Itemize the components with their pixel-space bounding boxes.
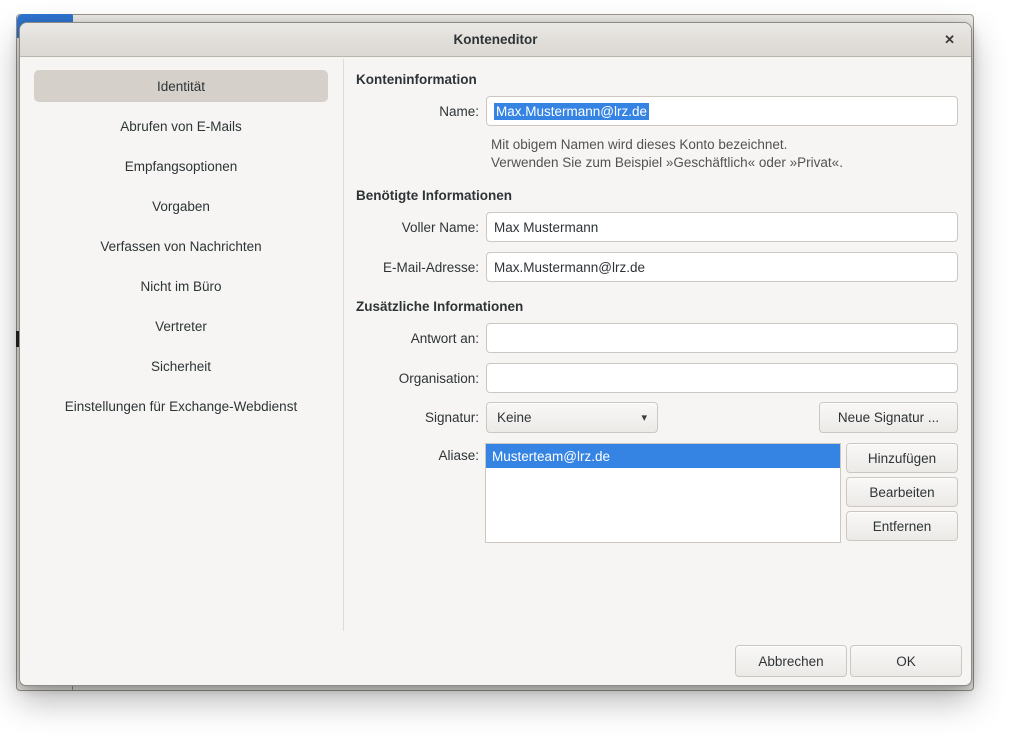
sidebar-item-nicht-im-buero[interactable]: Nicht im Büro	[34, 270, 328, 302]
name-input[interactable]: Max.Mustermann@lrz.de	[486, 96, 958, 126]
sidebar-item-label: Vertreter	[155, 319, 207, 334]
sidebar-item-label: Identität	[157, 79, 205, 94]
reply-to-label: Antwort an:	[356, 331, 486, 346]
account-editor-dialog: Konteneditor ✕ Identität Abrufen von E-M…	[19, 22, 972, 686]
alias-list-item[interactable]: Musterteam@lrz.de	[486, 444, 840, 468]
alias-add-button[interactable]: Hinzufügen	[846, 443, 958, 473]
section-heading-account-info: Konteninformation	[356, 72, 477, 87]
new-signature-button[interactable]: Neue Signatur ...	[819, 402, 958, 433]
signature-label: Signatur:	[356, 410, 486, 425]
email-input[interactable]	[486, 252, 958, 282]
name-help-text: Mit obigem Namen wird dieses Konto bezei…	[491, 136, 843, 172]
signature-dropdown-value: Keine	[497, 410, 532, 425]
name-help-line1: Mit obigem Namen wird dieses Konto bezei…	[491, 136, 843, 154]
sidebar-item-sicherheit[interactable]: Sicherheit	[34, 350, 328, 382]
close-icon[interactable]: ✕	[941, 23, 958, 56]
sidebar: Identität Abrufen von E-Mails Empfangsop…	[20, 57, 342, 422]
alias-edit-button[interactable]: Bearbeiten	[846, 477, 958, 507]
signature-dropdown[interactable]: Keine ▾	[486, 402, 658, 433]
name-input-selected-text: Max.Mustermann@lrz.de	[494, 103, 649, 120]
aliases-list[interactable]: Musterteam@lrz.de	[485, 443, 841, 543]
full-name-row: Voller Name:	[356, 212, 958, 242]
sidebar-item-label: Verfassen von Nachrichten	[100, 239, 261, 254]
sidebar-item-label: Nicht im Büro	[140, 279, 221, 294]
cancel-button[interactable]: Abbrechen	[735, 645, 847, 677]
full-name-input[interactable]	[486, 212, 958, 242]
aliases-label: Aliase:	[356, 448, 486, 463]
section-heading-required-info: Benötigte Informationen	[356, 188, 512, 203]
alias-list-item-text: Musterteam@lrz.de	[492, 449, 610, 464]
sidebar-item-label: Sicherheit	[151, 359, 211, 374]
section-heading-additional-info: Zusätzliche Informationen	[356, 299, 523, 314]
sidebar-item-abrufen-von-e-mails[interactable]: Abrufen von E-Mails	[34, 110, 328, 142]
name-help-line2: Verwenden Sie zum Beispiel »Geschäftlich…	[491, 154, 843, 172]
sidebar-item-verfassen-von-nachrichten[interactable]: Verfassen von Nachrichten	[34, 230, 328, 262]
sidebar-item-vertreter[interactable]: Vertreter	[34, 310, 328, 342]
organisation-row: Organisation:	[356, 363, 958, 393]
chevron-down-icon: ▾	[641, 411, 647, 424]
name-label: Name:	[356, 104, 486, 119]
organisation-label: Organisation:	[356, 371, 486, 386]
sidebar-item-label: Vorgaben	[152, 199, 210, 214]
reply-to-row: Antwort an:	[356, 323, 958, 353]
sidebar-item-exchange-webdienst[interactable]: Einstellungen für Exchange-Webdienst	[34, 390, 328, 422]
sidebar-item-identitaet[interactable]: Identität	[34, 70, 328, 102]
email-row: E-Mail-Adresse:	[356, 252, 958, 282]
ok-button[interactable]: OK	[850, 645, 962, 677]
reply-to-input[interactable]	[486, 323, 958, 353]
alias-remove-button[interactable]: Entfernen	[846, 511, 958, 541]
sidebar-item-label: Abrufen von E-Mails	[120, 119, 242, 134]
name-row: Name: Max.Mustermann@lrz.de	[356, 96, 958, 126]
email-label: E-Mail-Adresse:	[356, 260, 486, 275]
dialog-title: Konteneditor	[454, 32, 538, 47]
desktop: { "window": { "title": "Konteneditor", "…	[0, 0, 1023, 740]
sidebar-item-vorgaben[interactable]: Vorgaben	[34, 190, 328, 222]
sidebar-item-label: Einstellungen für Exchange-Webdienst	[65, 399, 297, 414]
sidebar-item-empfangsoptionen[interactable]: Empfangsoptionen	[34, 150, 328, 182]
sidebar-item-label: Empfangsoptionen	[125, 159, 238, 174]
full-name-label: Voller Name:	[356, 220, 486, 235]
titlebar[interactable]: Konteneditor ✕	[20, 23, 971, 57]
sidebar-separator	[343, 59, 344, 631]
organisation-input[interactable]	[486, 363, 958, 393]
